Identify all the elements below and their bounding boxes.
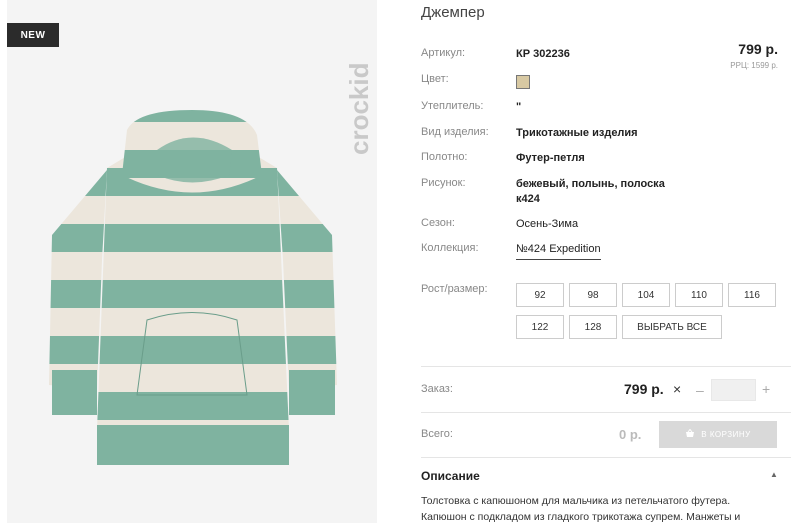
size-option-92[interactable]: 92 xyxy=(516,283,564,307)
attr-label: Коллекция: xyxy=(421,242,479,254)
attr-collection: Коллекция: №424 Expedition xyxy=(421,242,601,260)
add-to-cart-label: В КОРЗИНУ xyxy=(701,430,751,439)
attr-pattern: Рисунок: бежевый, полынь, полоска к424 xyxy=(421,177,671,207)
order-price: 799 р. xyxy=(624,381,664,397)
remove-icon[interactable]: × xyxy=(673,381,681,397)
attr-value: " xyxy=(516,101,522,113)
new-badge: NEW xyxy=(7,23,59,47)
collection-link[interactable]: №424 Expedition xyxy=(516,242,601,260)
collapse-icon[interactable]: ▲ xyxy=(770,470,778,479)
product-rrp: РРЦ: 1599 р. xyxy=(730,61,778,70)
attr-label: Вид изделия: xyxy=(421,126,489,138)
divider xyxy=(421,366,791,367)
attr-type: Вид изделия: Трикотажные изделия xyxy=(421,126,676,141)
attr-label: Утеплитель: xyxy=(421,100,484,112)
attr-value: бежевый, полынь, полоска к424 xyxy=(516,178,665,205)
attr-insulation: Утеплитель: " xyxy=(421,100,676,115)
attr-color: Цвет: xyxy=(421,73,530,89)
attr-fabric: Полотно: Футер-петля xyxy=(421,151,676,166)
hoodie-illustration xyxy=(49,110,337,465)
quantity-decrease-button[interactable]: – xyxy=(696,382,704,398)
color-swatch[interactable] xyxy=(516,75,530,89)
size-option-110[interactable]: 110 xyxy=(675,283,723,307)
size-option-116[interactable]: 116 xyxy=(728,283,776,307)
divider xyxy=(421,412,791,413)
brand-logo-text: crockid xyxy=(344,63,374,156)
size-option-128[interactable]: 128 xyxy=(569,315,617,339)
quantity-increase-button[interactable]: + xyxy=(762,381,770,397)
sizes-row: Рост/размер: xyxy=(421,283,516,295)
description-text: Толстовка с капюшоном для мальчика из пе… xyxy=(421,495,741,523)
attr-value: КР 302236 xyxy=(516,48,570,60)
total-value: 0 р. xyxy=(619,427,642,442)
attr-label: Сезон: xyxy=(421,217,455,229)
divider xyxy=(421,457,791,458)
order-label: Заказ: xyxy=(421,383,453,395)
select-all-sizes-button[interactable]: ВЫБРАТЬ ВСЕ xyxy=(622,315,722,339)
add-to-cart-button[interactable]: В КОРЗИНУ xyxy=(659,421,777,448)
sizes-label: Рост/размер: xyxy=(421,283,488,295)
attr-season: Сезон: Осень-Зима xyxy=(421,217,676,232)
order-row: Заказ: 799 р. × – + xyxy=(421,373,791,407)
quantity-input[interactable] xyxy=(711,379,756,401)
attr-value: Трикотажные изделия xyxy=(516,127,638,139)
brand-logo: crockid xyxy=(338,20,378,160)
attr-value: Футер-петля xyxy=(516,152,585,164)
size-option-104[interactable]: 104 xyxy=(622,283,670,307)
attr-label: Полотно: xyxy=(421,151,468,163)
product-title: Джемпер xyxy=(421,4,485,21)
attr-label: Цвет: xyxy=(421,73,449,85)
basket-icon xyxy=(685,428,695,440)
attr-value: Осень-Зима xyxy=(516,218,579,230)
size-option-122[interactable]: 122 xyxy=(516,315,564,339)
attr-article: Артикул: КР 302236 xyxy=(421,47,676,62)
product-image[interactable] xyxy=(7,0,377,523)
size-option-98[interactable]: 98 xyxy=(569,283,617,307)
description-title[interactable]: Описание xyxy=(421,469,480,483)
total-label: Всего: xyxy=(421,428,453,440)
product-price: 799 р. xyxy=(738,41,778,57)
attr-label: Артикул: xyxy=(421,47,466,59)
attr-label: Рисунок: xyxy=(421,177,466,189)
